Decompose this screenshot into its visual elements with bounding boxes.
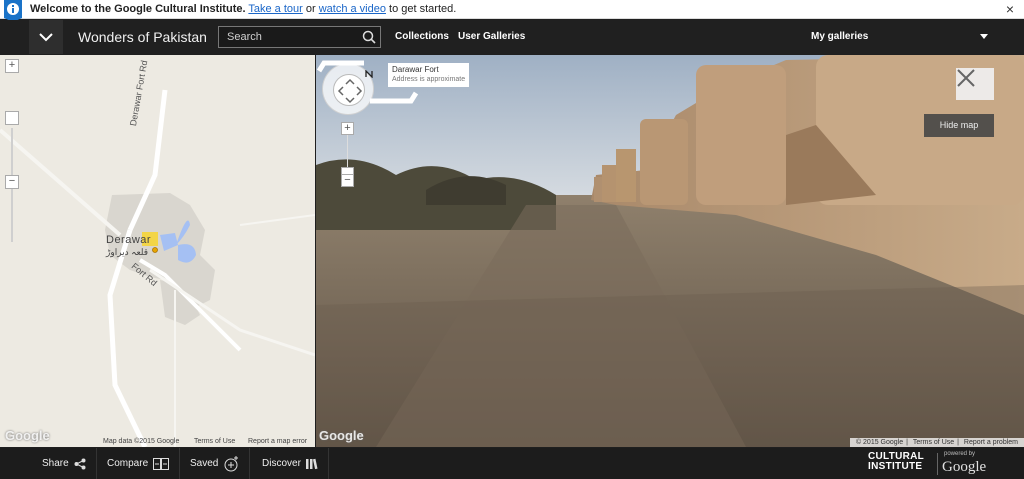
sv-zoom-in-button[interactable]: + (341, 122, 354, 135)
ci-logo-line2: INSTITUTE (868, 461, 923, 472)
report-map-error-link[interactable]: Report a map error (248, 438, 307, 445)
info-icon (4, 0, 22, 22)
map-canvas (0, 55, 315, 447)
bottom-toolbar: Share Compare Saved Discover CULTURAL IN… (0, 448, 1024, 479)
map-panel[interactable]: + − Derawar Fort Rd Fort Rd Derawar قلعہ… (0, 55, 315, 447)
report-problem-link[interactable]: Report a problem (964, 439, 1018, 446)
google-streetview-logo: Google (319, 428, 364, 443)
google-map-logo: Google (5, 428, 50, 443)
chevron-down-icon (39, 32, 53, 41)
watch-video-link[interactable]: watch a video (319, 3, 386, 15)
google-logo: Google (942, 459, 987, 475)
panorama-image (316, 55, 1024, 447)
nav-collections[interactable]: Collections (395, 31, 449, 42)
caret-down-icon[interactable] (980, 34, 988, 39)
share-icon (74, 458, 86, 469)
welcome-message: Welcome to the Google Cultural Institute… (30, 3, 456, 15)
compare-icon (153, 457, 170, 470)
street-view-panorama[interactable]: Darawar Fort Address is approximate + − … (316, 55, 1024, 447)
search-box (218, 26, 381, 48)
my-galleries-menu[interactable]: My galleries (811, 31, 868, 42)
welcome-info-bar: Welcome to the Google Cultural Institute… (0, 0, 1024, 22)
share-button[interactable]: Share (32, 448, 97, 479)
nav-user-galleries[interactable]: User Galleries (458, 31, 525, 42)
town-label-derawar: Derawar (106, 234, 152, 246)
hide-map-button[interactable]: Hide map (924, 114, 994, 137)
map-terms-link[interactable]: Terms of Use (194, 438, 235, 445)
search-input[interactable] (219, 27, 354, 47)
close-icon (957, 69, 975, 87)
sv-zoom-track[interactable] (347, 135, 348, 167)
street-navigation-arrows-icon[interactable] (316, 55, 420, 105)
compare-label: Compare (107, 458, 149, 469)
saved-button[interactable]: Saved (180, 448, 251, 479)
share-label: Share (42, 458, 69, 469)
library-icon (305, 458, 318, 469)
saved-label: Saved (190, 458, 219, 469)
sv-terms-link[interactable]: Terms of Use (913, 439, 954, 446)
close-infobar-button[interactable]: × (1006, 1, 1014, 17)
map-zoom-in-button[interactable]: + (5, 59, 19, 73)
or-text: or (305, 3, 316, 15)
take-tour-link[interactable]: Take a tour (248, 3, 302, 15)
map-zoom-out-button[interactable]: − (5, 175, 19, 189)
welcome-text: Welcome to the Google Cultural Institute… (30, 3, 246, 15)
top-header: Wonders of Pakistan Collections User Gal… (0, 20, 1024, 54)
discover-label: Discover (262, 458, 301, 469)
gallery-title: Wonders of Pakistan (78, 29, 207, 45)
add-circle-icon (224, 455, 239, 471)
town-label-urdu: قلعہ دیراوڑ (106, 247, 149, 257)
logo-divider (937, 453, 938, 475)
menu-toggle-button[interactable] (29, 20, 63, 54)
close-street-view-button[interactable] (956, 68, 994, 100)
street-view-footer: © 2015 Google | Terms of Use | Report a pr… (849, 438, 1024, 447)
get-started-text: to get started. (389, 3, 457, 15)
compare-button[interactable]: Compare (97, 448, 181, 479)
map-zoom-handle[interactable] (5, 111, 19, 125)
cultural-institute-logo: CULTURAL INSTITUTE (868, 452, 924, 472)
map-data-text: Map data ©2015 Google (103, 438, 180, 445)
search-icon[interactable] (362, 30, 376, 44)
powered-by-text: powered by (944, 451, 976, 457)
sv-copyright: © 2015 Google (855, 439, 904, 446)
discover-button[interactable]: Discover (252, 448, 329, 479)
sv-zoom-out-button[interactable]: − (341, 174, 354, 187)
